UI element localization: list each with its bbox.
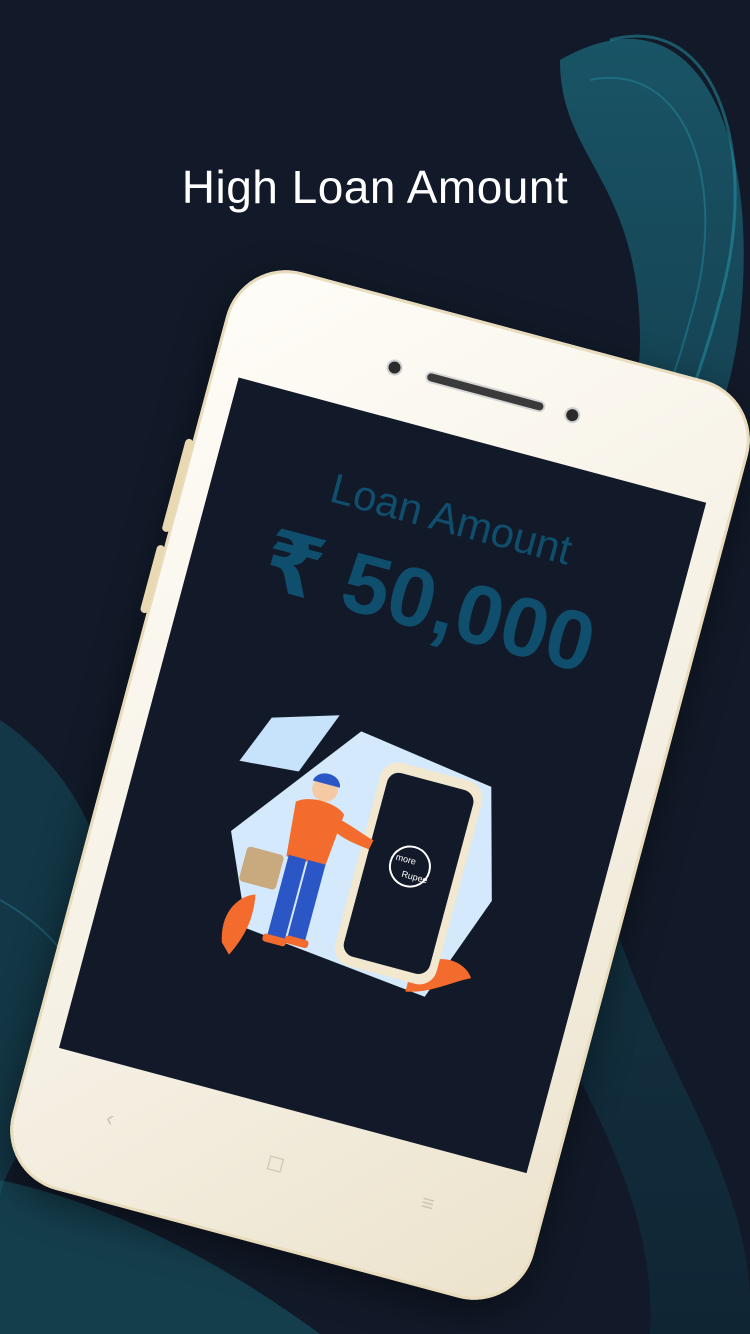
- shopper-illustration: more Rupee: [221, 715, 492, 997]
- rupee-symbol: ₹: [253, 512, 335, 619]
- promo-headline: High Loan Amount: [181, 161, 569, 213]
